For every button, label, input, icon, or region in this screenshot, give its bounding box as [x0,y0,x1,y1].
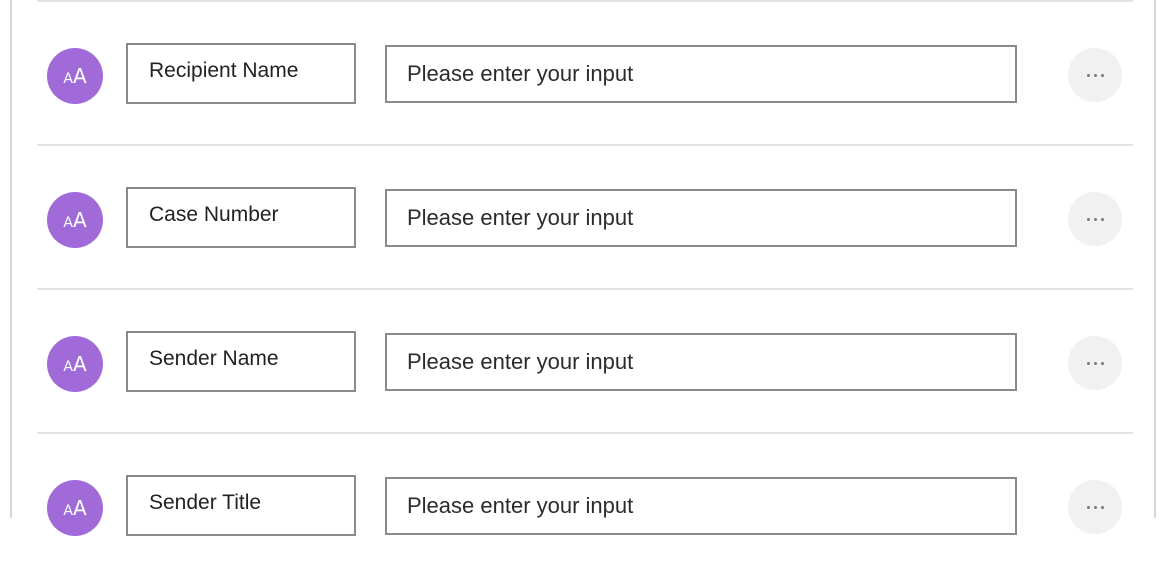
more-options-button[interactable] [1068,192,1122,246]
field-row-recipient-name: AA Recipient Name [12,2,1154,146]
more-options-button[interactable] [1068,48,1122,102]
field-value-input[interactable] [385,189,1017,247]
ellipsis-icon [1086,73,1104,77]
field-row-sender-title: AA Sender Title [12,434,1154,578]
font-size-icon: AA [47,480,103,536]
field-row-case-number: AA Case Number [12,146,1154,290]
more-options-button[interactable] [1068,480,1122,534]
field-label[interactable]: Sender Name [126,331,356,392]
field-label[interactable]: Case Number [126,187,356,248]
ellipsis-icon [1086,361,1104,365]
field-row-sender-name: AA Sender Name [12,290,1154,434]
field-value-input[interactable] [385,333,1017,391]
field-value-input[interactable] [385,477,1017,535]
font-size-icon: AA [47,192,103,248]
field-list-panel: AA Recipient Name AA Case Number AA Send… [10,0,1156,536]
font-size-icon: AA [47,48,103,104]
field-label[interactable]: Sender Title [126,475,356,536]
field-value-input[interactable] [385,45,1017,103]
field-label[interactable]: Recipient Name [126,43,356,104]
font-size-icon: AA [47,336,103,392]
ellipsis-icon [1086,505,1104,509]
ellipsis-icon [1086,217,1104,221]
more-options-button[interactable] [1068,336,1122,390]
